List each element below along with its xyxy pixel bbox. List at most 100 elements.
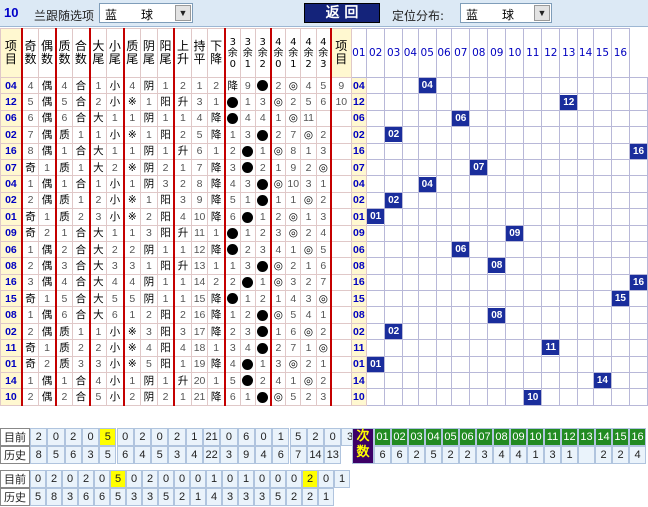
- cell: 15: [190, 290, 209, 308]
- dist-cell: [451, 388, 471, 406]
- cell: 3: [254, 240, 272, 259]
- cell: [254, 191, 272, 210]
- dist-cell: [435, 191, 453, 210]
- dist-cell: [469, 355, 489, 374]
- row-id: 11: [0, 339, 23, 357]
- table-row: 07 奇 1 质 1 大 2 ※ 阴 2 1 7 降 3 2 1 9 2 ◎ 07 07: [0, 158, 648, 177]
- cell: 1: [207, 224, 226, 242]
- dist-cell: [451, 372, 471, 390]
- dist-cell: [505, 388, 525, 406]
- cell: 1: [21, 306, 40, 324]
- cell: 10: [190, 208, 209, 226]
- cell: 2: [300, 158, 317, 177]
- col-header: 3余0: [224, 28, 241, 78]
- dist-cell: [541, 290, 561, 308]
- dist-cell: [469, 240, 489, 259]
- dist-cell: [577, 191, 594, 210]
- dist-cell: [610, 388, 631, 406]
- cell: 3: [239, 257, 256, 275]
- dist-cell: [469, 388, 489, 406]
- dist-cell: [469, 339, 489, 357]
- dist-cell: [577, 240, 594, 259]
- dist-cell: [366, 273, 386, 292]
- filter-select[interactable]: 蓝 球 ▼: [99, 3, 193, 23]
- dist-label: 定位分布:: [392, 9, 445, 23]
- dist-cell: [523, 355, 543, 374]
- cell: 1: [300, 257, 317, 275]
- dist-cell: [523, 290, 543, 308]
- dist-cell: [610, 240, 631, 259]
- dist-cell: [451, 158, 471, 177]
- cell: 升: [173, 372, 192, 390]
- cell: 1: [315, 175, 332, 193]
- cell: 3: [190, 93, 209, 111]
- chevron-down-icon[interactable]: ▼: [534, 5, 550, 21]
- dist-cell: [523, 372, 543, 390]
- dist-select[interactable]: 蓝 球 ▼: [460, 3, 552, 23]
- cell: 3: [300, 290, 317, 308]
- dist-header: 16: [610, 28, 631, 78]
- stat-cell: 3: [81, 446, 100, 464]
- row-id: 07: [0, 158, 23, 177]
- dist-cell: [435, 175, 453, 193]
- cell: 4: [140, 339, 158, 357]
- stat-cell: 3: [220, 446, 238, 464]
- cell: [254, 126, 272, 144]
- dist-cell: [505, 273, 525, 292]
- cell: 4: [173, 208, 192, 226]
- cell: [254, 175, 272, 193]
- cell: 2: [173, 306, 192, 324]
- cell: 5: [224, 191, 241, 210]
- cell: 3: [239, 322, 256, 341]
- dist-cell: [417, 290, 437, 308]
- row-id-right: 06: [350, 240, 368, 259]
- dist-cell: [629, 191, 648, 210]
- chevron-down-icon[interactable]: ▼: [175, 5, 191, 21]
- dist-cell: [384, 257, 404, 275]
- next-val: 2: [408, 446, 425, 464]
- dist-cell: [487, 76, 507, 95]
- cell: 偶: [38, 142, 57, 160]
- dist-cell: [592, 306, 612, 324]
- cell: 1: [89, 126, 108, 144]
- stat-cell: 6: [94, 488, 110, 506]
- cell: 1: [207, 372, 226, 390]
- cell: 10: [285, 175, 302, 193]
- stat-cell: 2: [46, 470, 62, 488]
- cell: 小: [106, 208, 125, 226]
- stat-cell: 5: [99, 428, 117, 446]
- stat-cell: 3: [126, 488, 142, 506]
- next-val: 2: [612, 446, 629, 464]
- cell: 阳: [156, 306, 176, 324]
- cell: 1: [300, 339, 317, 357]
- dist-cell: [610, 224, 631, 242]
- dist-header: 01: [350, 28, 368, 78]
- cell: 阳: [156, 191, 176, 210]
- back-button[interactable]: 返 回: [304, 3, 380, 23]
- next-val: 3: [476, 446, 493, 464]
- dist-cell: 01: [366, 208, 386, 226]
- cell: 2: [72, 208, 91, 226]
- row-id-right: 07: [350, 158, 368, 177]
- row-id-right: 02: [350, 191, 368, 210]
- cell: 2: [315, 191, 332, 210]
- cell: 3: [224, 158, 241, 177]
- dist-cell: [366, 142, 386, 160]
- cell: 6: [315, 257, 332, 275]
- cell: 3: [270, 224, 287, 242]
- cell: 阴: [140, 76, 158, 95]
- hit-marker: 06: [452, 111, 469, 126]
- cell: 1: [207, 93, 226, 111]
- cell: 19: [190, 355, 209, 374]
- dist-cell: [402, 93, 419, 111]
- next-num: 16: [629, 428, 646, 446]
- dist-cell: [505, 93, 525, 111]
- cell: 1: [140, 93, 158, 111]
- cell: 11: [300, 109, 317, 128]
- dist-cell: [610, 208, 631, 226]
- table-row: 06 6 偶 6 合大 1 1 阴 1 1 4 降 4 4 1 ◎ 11 06 06: [0, 109, 648, 128]
- cell: 7: [190, 158, 209, 177]
- dist-cell: [384, 76, 404, 95]
- ball-icon: [257, 178, 269, 190]
- row-id: 06: [0, 240, 23, 259]
